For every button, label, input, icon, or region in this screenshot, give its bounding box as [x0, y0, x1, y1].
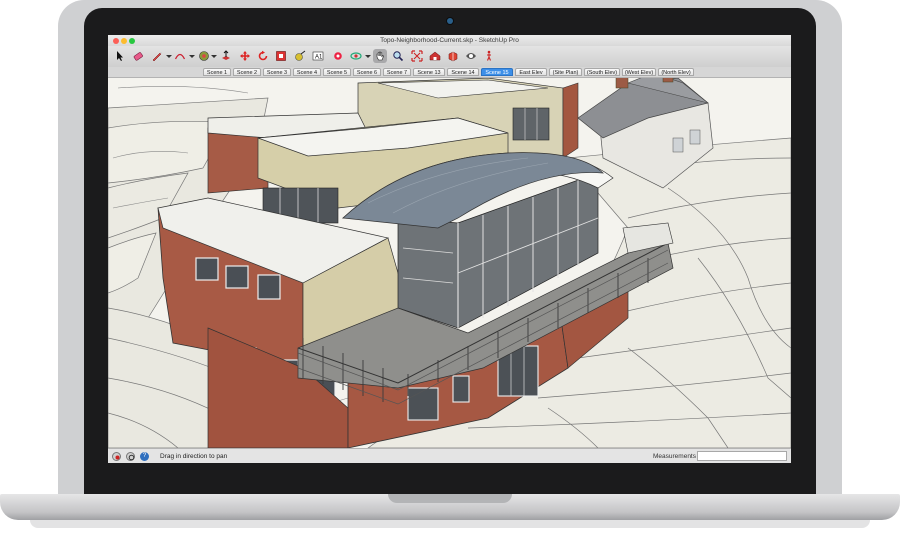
main-toolbar: A1 — [108, 46, 791, 68]
extension-warehouse-icon[interactable] — [446, 49, 460, 63]
scene-tab[interactable]: Scene 2 — [233, 68, 261, 76]
svg-text:A1: A1 — [315, 55, 323, 61]
scene-tab[interactable]: Scene 14 — [447, 68, 479, 76]
laptop-notch — [388, 494, 512, 503]
scene-tab[interactable]: Scene 6 — [353, 68, 381, 76]
scene-tab[interactable]: (West Elev) — [622, 68, 656, 76]
rotate-icon[interactable] — [256, 49, 270, 63]
app-window: Topo-Neighborhood-Current.skp - SketchUp… — [108, 35, 791, 463]
laptop-foot — [30, 520, 870, 528]
scene-tab[interactable]: Scene 5 — [323, 68, 351, 76]
warehouse-icon[interactable] — [428, 49, 442, 63]
layout-icon[interactable] — [464, 49, 478, 63]
scene-tab[interactable]: Scene 4 — [293, 68, 321, 76]
measurements-label: Measurements — [653, 453, 696, 460]
credits-icon[interactable] — [126, 452, 135, 461]
scene-tab[interactable]: Scene 13 — [413, 68, 445, 76]
scene-tab[interactable]: Scene 1 — [203, 68, 231, 76]
select-arrow-icon[interactable] — [113, 49, 127, 63]
zoom-extents-icon[interactable] — [410, 49, 424, 63]
scene-tab[interactable]: (Site Plan) — [549, 68, 582, 76]
text-icon[interactable]: A1 — [311, 49, 325, 63]
scene-tab[interactable]: East Elev — [515, 68, 547, 76]
camera-icon — [447, 18, 453, 24]
walk-icon[interactable] — [482, 49, 496, 63]
eraser-icon[interactable] — [131, 49, 145, 63]
status-hint: Drag in direction to pan — [160, 453, 228, 460]
geo-location-icon[interactable] — [112, 452, 121, 461]
move-icon[interactable] — [238, 49, 252, 63]
scene-tab-active[interactable]: Scene 15 — [481, 68, 513, 76]
help-icon[interactable]: ? — [140, 452, 149, 461]
section-plane-icon[interactable] — [331, 49, 345, 63]
push-pull-icon[interactable] — [219, 49, 233, 63]
window-title: Topo-Neighborhood-Current.skp - SketchUp… — [380, 37, 519, 44]
scene-tab[interactable]: Scene 3 — [263, 68, 291, 76]
status-bar: ? Drag in direction to pan Measurements — [108, 448, 791, 463]
scale-icon[interactable] — [274, 49, 288, 63]
scene-tabs: Scene 1 Scene 2 Scene 3 Scene 4 Scene 5 … — [108, 67, 791, 78]
measurements-field[interactable] — [697, 451, 787, 461]
zoom-icon[interactable] — [391, 49, 405, 63]
scene-tab[interactable]: Scene 7 — [383, 68, 411, 76]
title-bar: Topo-Neighborhood-Current.skp - SketchUp… — [108, 35, 791, 46]
pan-hand-icon[interactable] — [373, 49, 387, 63]
tape-measure-icon[interactable] — [293, 49, 307, 63]
scene-tab[interactable]: (North Elev) — [658, 68, 694, 76]
model-viewport[interactable] — [108, 78, 791, 448]
scene-tab[interactable]: (South Elev) — [584, 68, 620, 76]
